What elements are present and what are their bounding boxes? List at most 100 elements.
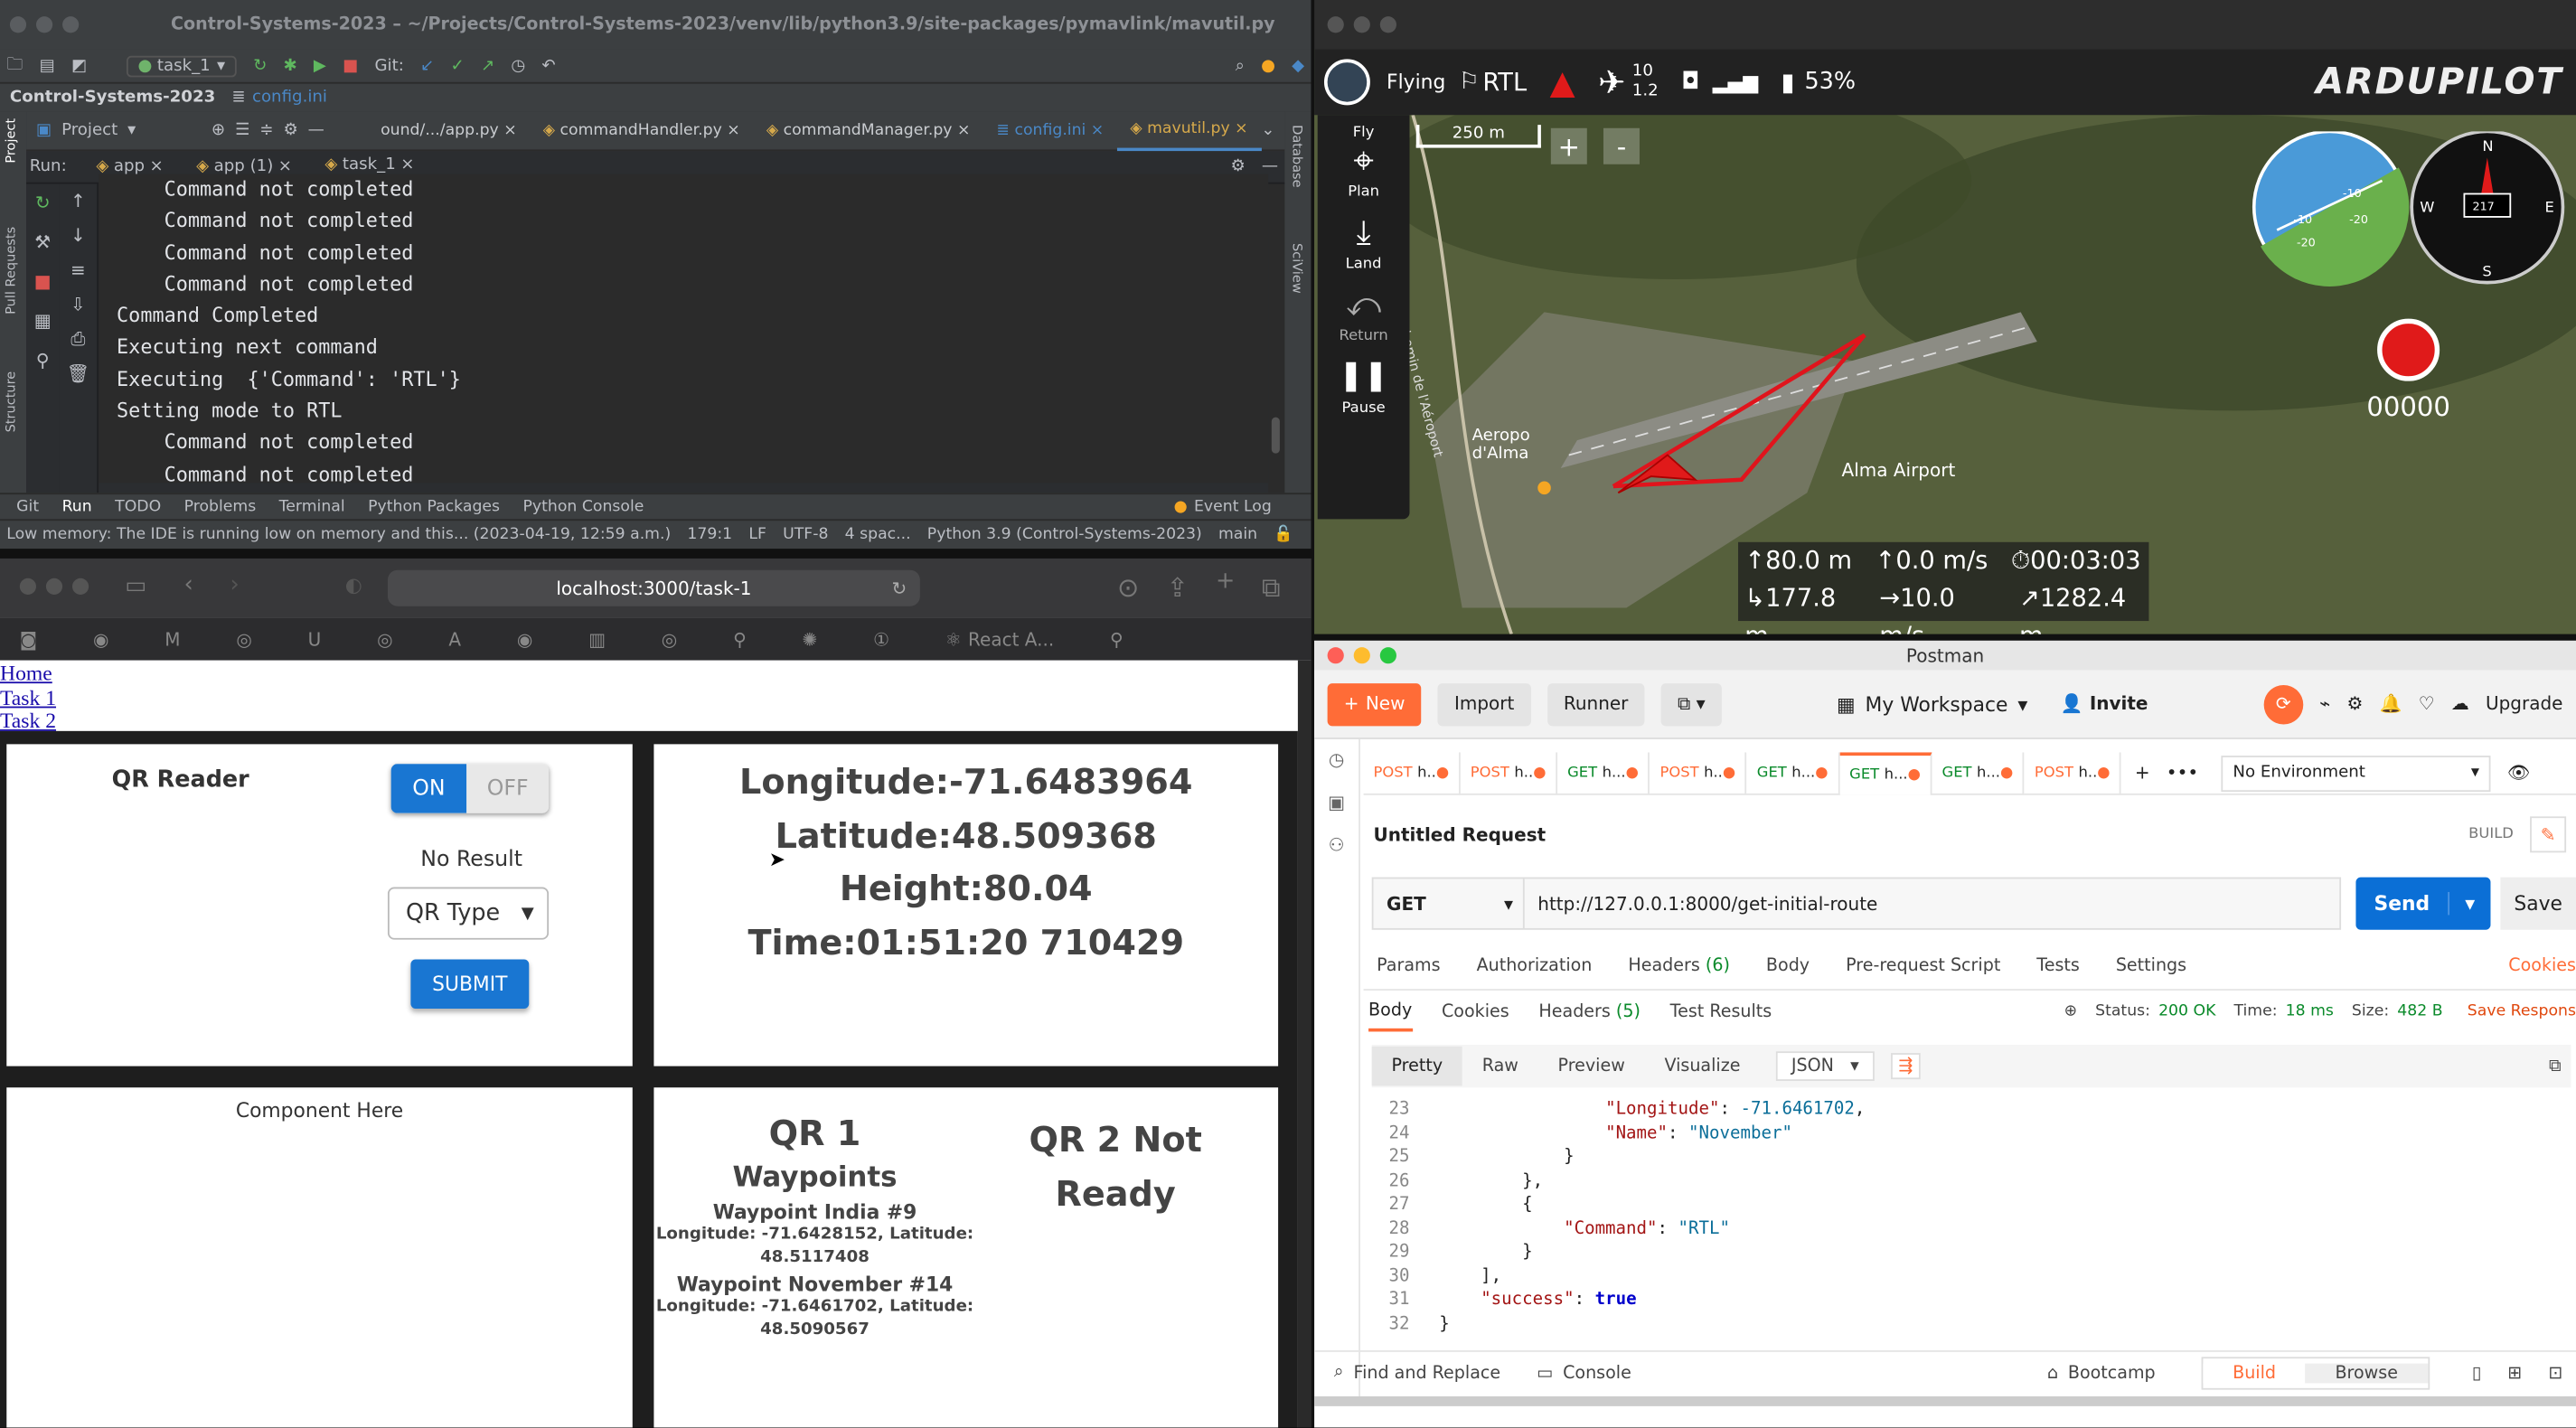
nav-task2-link[interactable]: Task 2 [0, 709, 1298, 733]
method-select[interactable]: GET ▾ [1374, 878, 1525, 928]
workspace-selector[interactable]: ▦ My Workspace ▾ [1837, 692, 2027, 715]
flight-status[interactable]: Flying [1387, 70, 1445, 93]
shield-icon[interactable]: ◐ [345, 573, 362, 596]
run-tab-app[interactable]: ◈ app × [96, 157, 163, 175]
home-marker[interactable] [1537, 481, 1551, 495]
raw-tab[interactable]: Raw [1462, 1047, 1538, 1086]
satellite-icon[interactable]: ⌁ [2319, 693, 2330, 715]
breadcrumb-project[interactable]: Control-Systems-2023 [10, 89, 215, 107]
return-tool[interactable]: Return [1318, 329, 1410, 345]
run-config-dropdown[interactable]: ● task_1 ▾ [126, 54, 237, 77]
qgc-logo[interactable] [1323, 59, 1370, 106]
save-response-button[interactable]: Save Respons [2468, 1002, 2576, 1020]
build-mode-button[interactable]: Build [2203, 1362, 2306, 1383]
download-icon[interactable]: ⊙ [1117, 572, 1139, 604]
project-tool-tab[interactable]: Project [4, 118, 18, 164]
coverage-icon[interactable]: ▶ [314, 57, 326, 75]
help-icon[interactable]: ⊡ [2548, 1363, 2562, 1383]
bell-icon[interactable]: 🔔 [2380, 693, 2402, 715]
land-icon[interactable]: ⤓ [1318, 207, 1410, 257]
indent-setting[interactable]: 4 spac... [845, 526, 911, 544]
tab-overview-icon[interactable]: ⧉ [1262, 572, 1281, 605]
save-button[interactable]: Save [2500, 877, 2576, 930]
plan-tool[interactable]: Plan [1318, 184, 1410, 201]
zoom-window-dot[interactable] [1379, 16, 1396, 33]
github-icon[interactable]: ◎ [377, 628, 392, 650]
structure-tool-tab[interactable]: Structure [4, 371, 18, 433]
arrow-up-icon[interactable]: ↑ [59, 184, 97, 219]
pinned-tab-icon[interactable]: A [448, 628, 461, 650]
eye-icon[interactable]: 👁 [2507, 762, 2530, 784]
more-icon[interactable]: ••• [2167, 762, 2198, 784]
stop-icon[interactable]: ■ [26, 263, 59, 303]
request-tab[interactable]: POST h.. ● [1461, 751, 1558, 794]
forward-icon[interactable]: › [230, 572, 239, 598]
rerun-icon[interactable]: ↻ [26, 184, 59, 224]
request-tab[interactable]: GET h... ● [1747, 751, 1840, 794]
pause-icon[interactable]: ❚❚ [1318, 352, 1410, 401]
record-button[interactable] [2377, 318, 2440, 381]
jetbrains-icon[interactable]: ◆ [1292, 57, 1304, 75]
history-icon[interactable]: ◷ [1314, 739, 1359, 782]
share-icon[interactable]: ⇪ [1166, 572, 1188, 604]
git-branch[interactable]: main [1218, 526, 1257, 544]
prerequest-tab[interactable]: Pre-request Script [1846, 956, 2000, 976]
zoom-window-dot[interactable] [71, 578, 89, 595]
collections-icon[interactable]: ▣ [1314, 782, 1359, 824]
new-tab-icon[interactable]: + [1216, 568, 1235, 595]
copy-icon[interactable]: ⧉ [2549, 1056, 2562, 1077]
chevron-down-icon[interactable]: ▾ [127, 122, 136, 140]
fly-tool[interactable]: Fly [1318, 115, 1410, 141]
request-tab[interactable]: GET h... ● [1557, 751, 1650, 794]
github-icon[interactable]: ◎ [662, 628, 677, 650]
close-window-dot[interactable] [19, 578, 36, 595]
project-label[interactable]: Project [61, 122, 118, 140]
pinned-tab-icon[interactable]: ▥ [588, 628, 606, 650]
chevron-down-icon[interactable]: ⌄ [1261, 122, 1274, 140]
upgrade-button[interactable]: Upgrade [2486, 693, 2562, 715]
body-tab[interactable]: Body [1766, 956, 1810, 976]
close-icon[interactable]: × [957, 122, 970, 140]
land-tool[interactable]: Land [1318, 257, 1410, 273]
pinned-tab-icon[interactable]: ◉ [517, 628, 532, 650]
status-message[interactable]: Low memory: The IDE is running low on me… [6, 526, 671, 544]
nav-home-link[interactable]: Home [0, 662, 1298, 685]
qr-toggle[interactable]: ON OFF [390, 764, 550, 813]
gmail-icon[interactable]: M [165, 628, 180, 650]
tests-tab[interactable]: Tests [2036, 956, 2080, 976]
console-button[interactable]: Console [1563, 1363, 1631, 1383]
zoom-in-button[interactable]: + [1550, 127, 1587, 164]
debug-icon[interactable]: ✱ [284, 57, 297, 75]
browse-mode-button[interactable]: Browse [2305, 1362, 2428, 1383]
heart-icon[interactable]: ♡ [2419, 693, 2435, 715]
git-push-icon[interactable]: ↗ [481, 57, 494, 75]
toggle-on-button[interactable]: ON [390, 764, 467, 813]
edit-icon[interactable]: ✎ [2530, 816, 2567, 853]
headers-tab[interactable]: Headers (6) [1628, 956, 1730, 976]
git-tool-button[interactable]: Git [16, 498, 39, 516]
send-button[interactable]: Send ▾ [2355, 877, 2491, 930]
warning-icon[interactable]: ▲ [1550, 62, 1575, 102]
search-icon[interactable]: ⌕ [1236, 57, 1245, 75]
pinned-tab-icon[interactable]: ◙ [20, 628, 37, 650]
editor-tab-mavutil[interactable]: ◈ mavutil.py × [1116, 111, 1262, 151]
pull-requests-tool-tab[interactable]: Pull Requests [4, 227, 18, 315]
close-icon[interactable]: × [1091, 122, 1104, 140]
gear-icon[interactable]: ⚙ [1230, 157, 1245, 175]
rc-icon[interactable]: ◘ [1681, 69, 1699, 95]
close-window-dot[interactable] [1327, 647, 1344, 664]
request-name[interactable]: Untitled Request [1374, 824, 1547, 846]
pretty-tab[interactable]: Pretty [1371, 1046, 1462, 1086]
params-tab[interactable]: Params [1377, 956, 1440, 976]
new-window-button[interactable]: ⧉ ▾ [1660, 682, 1722, 726]
zoom-window-dot[interactable] [1379, 647, 1396, 664]
terminal-tool-button[interactable]: Terminal [279, 498, 345, 516]
close-icon[interactable]: × [150, 157, 164, 175]
request-tab[interactable]: GET h... ● [1932, 751, 2026, 794]
minimize-window-dot[interactable] [1353, 16, 1370, 33]
sciview-tool-tab[interactable]: SciView [1290, 243, 1304, 294]
send-dropdown-icon[interactable]: ▾ [2448, 891, 2490, 916]
back-icon[interactable]: ‹ [184, 572, 193, 598]
editor-tab-command-handler[interactable]: ◈ commandHandler.py × [530, 111, 753, 151]
update-icon[interactable]: ● [1261, 57, 1275, 75]
